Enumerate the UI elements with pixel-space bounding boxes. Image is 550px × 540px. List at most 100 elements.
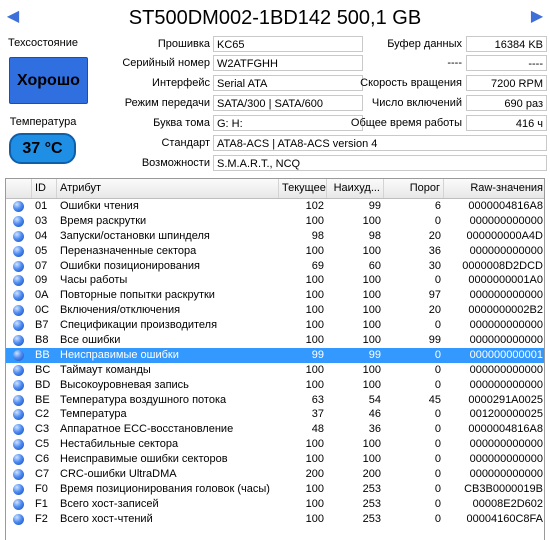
row-raw: 0000004816A8 xyxy=(468,423,543,436)
row-current: 100 xyxy=(305,438,324,451)
health-status-badge[interactable]: Хорошо xyxy=(9,57,88,104)
table-row[interactable]: BC Таймаут команды 100 100 0 000000000000 xyxy=(6,363,544,378)
table-row[interactable]: 07 Ошибки позиционирования 69 60 30 0000008D2… xyxy=(6,259,544,274)
interface-field[interactable]: Serial ATA xyxy=(213,75,363,91)
worst-column-header[interactable]: Наихуд... xyxy=(327,179,384,198)
row-current: 100 xyxy=(305,289,324,302)
smart-attributes-table[interactable]: ID Атрибут Текущее Наихуд... Порог Raw-з… xyxy=(5,178,545,540)
row-attribute: Включения/отключения xyxy=(60,304,181,317)
table-row[interactable]: F1 Всего хост-записей 100 253 0 00008E2D602 xyxy=(6,497,544,512)
row-current: 98 xyxy=(311,229,324,242)
row-worst: 100 xyxy=(362,378,381,391)
row-worst: 100 xyxy=(362,244,381,257)
drive-letter-label: Буква тома xyxy=(153,117,210,129)
row-attribute: Время позиционирования головок (часы) xyxy=(60,482,270,495)
table-row[interactable]: C2 Температура 37 46 0 001200000025 xyxy=(6,407,544,422)
status-dot-icon xyxy=(13,513,24,525)
row-id: 0A xyxy=(35,289,49,302)
row-attribute: Все ошибки xyxy=(60,334,121,347)
row-threshold: 6 xyxy=(434,200,441,212)
row-current: 200 xyxy=(305,468,324,481)
firmware-field[interactable]: KC65 xyxy=(213,36,363,52)
row-id: BD xyxy=(35,378,51,391)
row-current: 100 xyxy=(305,304,324,317)
table-row[interactable]: 0C Включения/отключения 100 100 20 0000000002… xyxy=(6,303,544,318)
row-worst: 100 xyxy=(362,363,381,376)
row-attribute: Нестабильные сектора xyxy=(60,438,179,451)
row-raw: 000000000000 xyxy=(469,453,543,466)
table-row[interactable]: BE Температура воздушного потока 63 54 45 000… xyxy=(6,393,544,408)
row-id: F1 xyxy=(35,497,48,510)
features-field[interactable]: S.M.A.R.T., NCQ xyxy=(213,155,547,171)
power-on-hours-label: Общее время работы xyxy=(350,117,462,129)
table-row[interactable]: 05 Переназначенные сектора 100 100 36 0000000… xyxy=(6,244,544,259)
table-row[interactable]: 09 Часы работы 100 100 0 0000000001A0 xyxy=(6,273,544,288)
table-row[interactable]: F2 Всего хост-чтений 100 253 0 00004160C8FA xyxy=(6,512,544,527)
row-id: 01 xyxy=(35,200,48,212)
table-row[interactable]: B7 Спецификации производителя 100 100 0 00000… xyxy=(6,318,544,333)
table-row[interactable]: C3 Аппаратное ECC-восстановление 48 36 0 0000… xyxy=(6,422,544,437)
row-worst: 100 xyxy=(362,214,381,227)
row-id: 0C xyxy=(35,304,50,317)
row-threshold: 0 xyxy=(434,319,441,332)
table-row[interactable]: C7 CRC-ошибки UltraDMA 200 200 0 000000000000 xyxy=(6,467,544,482)
power-on-count-field[interactable]: 690 раз xyxy=(466,95,547,111)
row-worst: 46 xyxy=(368,408,381,421)
table-row[interactable]: C6 Неисправимые ошибки секторов 100 100 0 000… xyxy=(6,452,544,467)
status-dot-icon xyxy=(13,454,24,466)
threshold-column-header[interactable]: Порог xyxy=(384,179,444,198)
temperature-badge[interactable]: 37 °C xyxy=(9,133,76,164)
status-dot-icon xyxy=(13,215,24,227)
row-current: 99 xyxy=(311,348,324,361)
blank-field[interactable]: ---- xyxy=(466,55,547,71)
row-worst: 100 xyxy=(362,319,381,332)
serial-field[interactable]: W2ATFGHH xyxy=(213,55,363,71)
rotation-speed-field[interactable]: 7200 RPM xyxy=(466,75,547,91)
table-row[interactable]: F0 Время позиционирования головок (часы) 1… xyxy=(6,482,544,497)
firmware-label: Прошивка xyxy=(157,38,210,50)
table-row[interactable]: BB Неисправимые ошибки 99 99 0 000000000001 xyxy=(6,347,544,363)
table-body: 01 Ошибки чтения 102 99 6 0000004816A8 03 Время… xyxy=(6,199,544,527)
row-attribute: Температура xyxy=(60,408,127,421)
status-dot-icon xyxy=(13,201,24,212)
status-column-header[interactable] xyxy=(6,179,32,198)
row-id: 05 xyxy=(35,244,48,257)
id-column-header[interactable]: ID xyxy=(32,179,57,198)
status-dot-icon xyxy=(13,349,24,361)
row-threshold: 0 xyxy=(434,512,441,525)
row-current: 69 xyxy=(311,259,324,272)
row-id: BE xyxy=(35,393,50,406)
table-row[interactable]: 0A Повторные попытки раскрутки 100 100 97 000… xyxy=(6,288,544,303)
row-raw: 000000000000 xyxy=(469,214,543,227)
row-attribute: CRC-ошибки UltraDMA xyxy=(60,468,177,481)
features-label: Возможности xyxy=(141,157,210,169)
row-attribute: Ошибки позиционирования xyxy=(60,259,201,272)
row-raw: 0000004816A8 xyxy=(468,200,543,212)
drive-letter-field[interactable]: G: H: xyxy=(213,115,363,131)
row-id: C7 xyxy=(35,468,50,481)
power-on-count-label: Число включений xyxy=(371,97,462,109)
table-row[interactable]: C5 Нестабильные сектора 100 100 0 00000000000… xyxy=(6,437,544,452)
standard-field[interactable]: ATA8-ACS | ATA8-ACS version 4 xyxy=(213,135,547,151)
power-on-hours-field[interactable]: 416 ч xyxy=(466,115,547,131)
attribute-column-header[interactable]: Атрибут xyxy=(57,179,279,198)
buffer-field[interactable]: 16384 KB xyxy=(466,36,547,52)
row-raw: 0000008D2DCD xyxy=(462,259,543,272)
table-row[interactable]: 01 Ошибки чтения 102 99 6 0000004816A8 xyxy=(6,199,544,214)
row-raw: 000000000000 xyxy=(469,468,543,481)
table-row[interactable]: 04 Запуски/остановки шпинделя 98 98 20 000000… xyxy=(6,229,544,244)
row-threshold: 0 xyxy=(434,468,441,481)
transfer-mode-field[interactable]: SATA/300 | SATA/600 xyxy=(213,95,363,111)
row-attribute: Запуски/остановки шпинделя xyxy=(60,229,210,242)
table-row[interactable]: 03 Время раскрутки 100 100 0 000000000000 xyxy=(6,214,544,229)
row-current: 100 xyxy=(305,378,324,391)
row-id: C6 xyxy=(35,453,50,466)
status-dot-icon xyxy=(13,275,24,287)
table-row[interactable]: B8 Все ошибки 100 100 99 000000000000 xyxy=(6,333,544,348)
current-column-header[interactable]: Текущее xyxy=(279,179,327,198)
row-id: C5 xyxy=(35,438,50,451)
status-dot-icon xyxy=(13,469,24,481)
status-dot-icon xyxy=(13,290,24,302)
table-row[interactable]: BD Высокоуровневая запись 100 100 0 000000000… xyxy=(6,378,544,393)
raw-column-header[interactable]: Raw-значения xyxy=(444,179,544,198)
